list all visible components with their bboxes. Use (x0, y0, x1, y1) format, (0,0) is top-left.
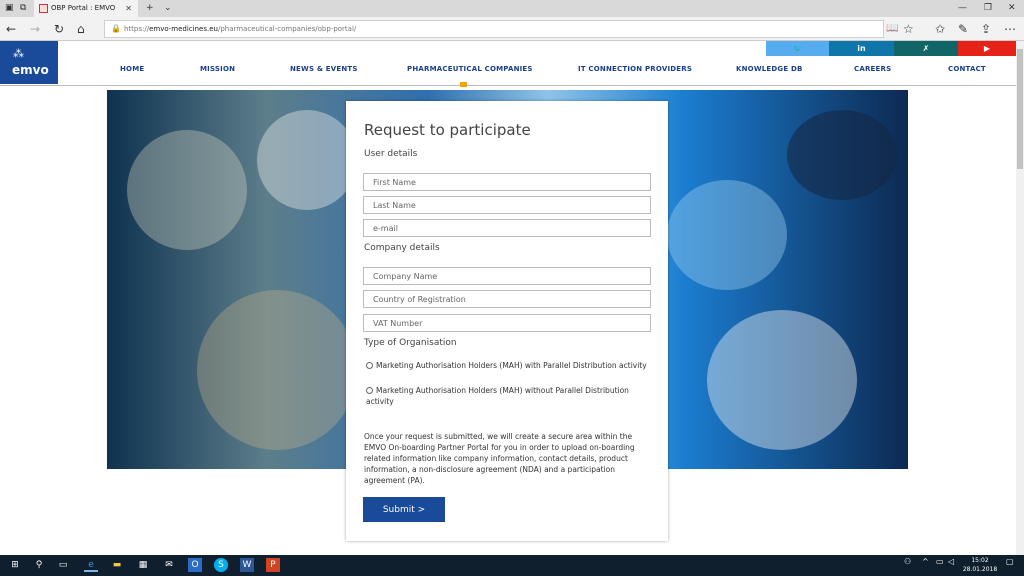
nav-knowledge-db[interactable]: KNOWLEDGE DB (736, 65, 803, 73)
page-scrollbar[interactable] (1016, 41, 1024, 555)
user-details-heading: User details (364, 149, 418, 159)
new-tab-icon[interactable]: + (146, 0, 154, 17)
main-navigation: HOME MISSION NEWS & EVENTS PHARMACEUTICA… (0, 56, 1016, 86)
option-mah-with-pd[interactable]: Marketing Authorisation Holders (MAH) wi… (366, 360, 648, 371)
url-path: /pharmaceutical-companies/obp-portal/ (217, 25, 357, 33)
tab-title: OBP Portal : EMVO (51, 4, 116, 12)
share-icon[interactable]: ⇪ (981, 20, 991, 38)
minimize-icon[interactable]: — (958, 0, 967, 17)
nav-home[interactable]: HOME (120, 65, 144, 73)
organisation-type-heading: Type of Organisation (364, 338, 457, 348)
request-form-card: Request to participate User details Comp… (346, 101, 668, 541)
browser-tab-bar: ▣ ⧉ OBP Portal : EMVO ✕ + ⌄ — ❐ ✕ (0, 0, 1024, 17)
radio-icon[interactable] (366, 362, 373, 369)
lock-icon: 🔒 (111, 24, 121, 33)
clock-date: 28.01.2018 (962, 566, 998, 573)
close-tab-icon[interactable]: ✕ (125, 0, 132, 17)
favorites-hub-icon[interactable]: ✩ (935, 20, 945, 38)
submission-note: Once your request is submitted, we will … (364, 432, 635, 485)
nav-it-connection-providers[interactable]: IT CONNECTION PROVIDERS (578, 65, 692, 73)
address-bar-row: ← → ↻ ⌂ 🔒 https://emvo-medicines.eu/phar… (0, 17, 1024, 41)
close-window-icon[interactable]: ✕ (1008, 0, 1016, 17)
search-icon[interactable]: ⚲ (32, 558, 46, 572)
active-nav-marker (460, 82, 467, 87)
edge-icon[interactable]: e (84, 558, 98, 572)
store-icon[interactable]: ▦ (136, 558, 150, 572)
email-input[interactable] (363, 219, 651, 237)
web-page: ⁂ emvo 🐦 in ✗ ▶ HOME MISSION NEWS & EVEN… (0, 41, 1016, 555)
form-title: Request to participate (364, 121, 531, 139)
url-input[interactable]: 🔒 https://emvo-medicines.eu/pharmaceutic… (104, 20, 884, 38)
url-prefix: https:// (124, 25, 150, 33)
tab-list-icon[interactable]: ▣ (5, 0, 14, 17)
tab-favicon-icon (39, 4, 48, 13)
nav-careers[interactable]: CAREERS (854, 65, 891, 73)
browser-tab[interactable]: OBP Portal : EMVO ✕ (34, 0, 138, 17)
favorite-star-icon[interactable]: ☆ (903, 20, 914, 38)
task-view-icon[interactable]: ▭ (56, 558, 70, 572)
twitter-icon[interactable]: 🐦 (766, 41, 829, 56)
skype-icon[interactable]: S (214, 558, 228, 572)
option-mah-with-pd-label: Marketing Authorisation Holders (MAH) wi… (376, 361, 647, 370)
xing-icon[interactable]: ✗ (894, 41, 958, 56)
submit-button[interactable]: Submit > (363, 497, 445, 522)
mail-icon[interactable]: ✉ (162, 558, 176, 572)
word-icon[interactable]: W (240, 558, 254, 572)
people-icon[interactable]: ⚇ (904, 557, 911, 566)
volume-icon[interactable]: ◁ (948, 557, 954, 566)
clock-time: 15:02 (971, 557, 989, 564)
reading-view-icon[interactable]: 📖 (886, 20, 898, 38)
file-explorer-icon[interactable]: ▬ (110, 558, 124, 572)
notifications-icon[interactable]: ▢ (1006, 557, 1014, 566)
outlook-icon[interactable]: O (188, 558, 202, 572)
youtube-icon[interactable]: ▶ (958, 41, 1016, 56)
option-mah-without-pd[interactable]: Marketing Authorisation Holders (MAH) wi… (366, 385, 648, 407)
nav-contact[interactable]: CONTACT (948, 65, 986, 73)
refresh-icon[interactable]: ↻ (54, 20, 64, 38)
system-clock[interactable]: 15:02 28.01.2018 (960, 556, 1000, 574)
linkedin-icon[interactable]: in (829, 41, 894, 56)
tab-preview-icon[interactable]: ⧉ (20, 0, 26, 17)
last-name-input[interactable] (363, 196, 651, 214)
nav-mission[interactable]: MISSION (200, 65, 235, 73)
more-icon[interactable]: ⋯ (1004, 20, 1016, 38)
maximize-icon[interactable]: ❐ (984, 0, 992, 17)
option-mah-without-pd-label: Marketing Authorisation Holders (MAH) wi… (366, 386, 629, 406)
home-icon[interactable]: ⌂ (77, 20, 85, 38)
windows-taskbar: ⊞ ⚲ ▭ e ▬ ▦ ✉ O S W P ⚇ ^ ▭ ◁ 15:02 28.0… (0, 555, 1024, 576)
radio-icon[interactable] (366, 387, 373, 394)
company-name-input[interactable] (363, 267, 651, 285)
company-details-heading: Company details (364, 243, 440, 253)
forward-icon[interactable]: → (30, 20, 40, 38)
powerpoint-icon[interactable]: P (266, 558, 280, 572)
network-icon[interactable]: ▭ (936, 557, 944, 566)
scrollbar-thumb[interactable] (1017, 49, 1023, 169)
tab-dropdown-icon[interactable]: ⌄ (164, 0, 172, 17)
vat-number-input[interactable] (363, 314, 651, 332)
tray-chevron-icon[interactable]: ^ (922, 557, 929, 566)
country-input[interactable] (363, 290, 651, 308)
url-domain: emvo-medicines.eu (149, 25, 218, 33)
nav-news-events[interactable]: NEWS & EVENTS (290, 65, 358, 73)
back-icon[interactable]: ← (6, 20, 16, 38)
nav-pharmaceutical-companies[interactable]: PHARMACEUTICAL COMPANIES (407, 65, 533, 73)
start-icon[interactable]: ⊞ (8, 558, 22, 572)
web-note-icon[interactable]: ✎ (958, 20, 968, 38)
first-name-input[interactable] (363, 173, 651, 191)
